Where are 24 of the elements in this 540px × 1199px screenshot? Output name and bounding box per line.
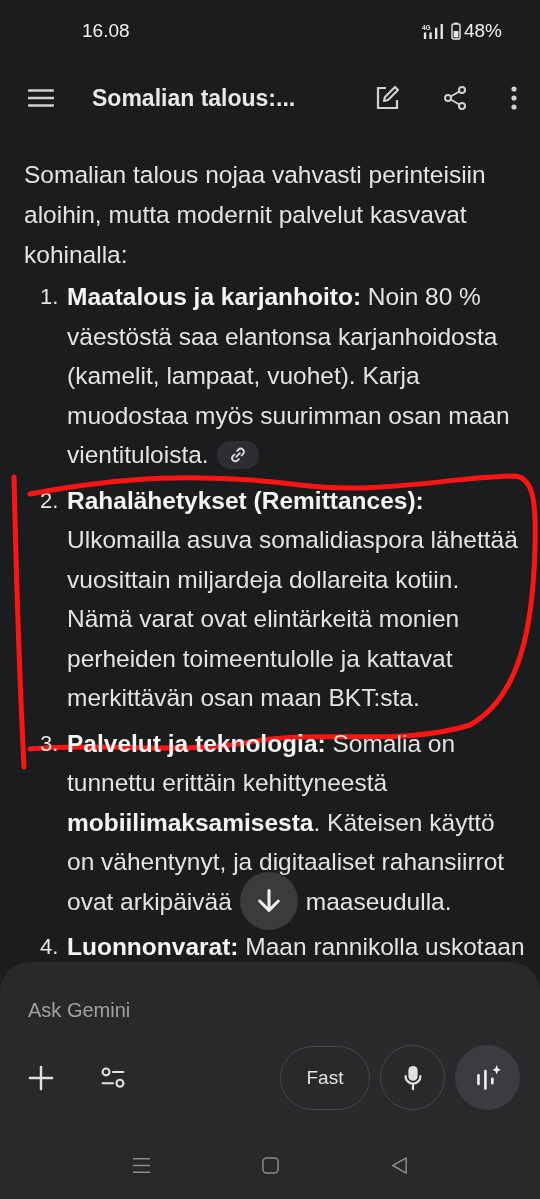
- battery-icon: [450, 22, 461, 40]
- share-icon[interactable]: [442, 85, 468, 111]
- clock-time: 16.08: [82, 20, 130, 42]
- list-item-text: Rahalähetykset (Remittances): Ulkomailla asuva somalidiaspora lähettää vuosittain miljardeja dollareita kotiin. Nämä varat ovat elintärkeitä monien perheiden toimeentulolle ja kattavat merkittävän osan maan BKT:sta.: [67, 485, 519, 713]
- recent-apps-icon[interactable]: [131, 1156, 151, 1175]
- sound-bars-sparkle-icon[interactable]: [474, 1064, 501, 1091]
- home-icon[interactable]: [260, 1156, 280, 1175]
- chat-title[interactable]: Somalian talous:...: [92, 84, 340, 112]
- battery-percentage: 48%: [463, 20, 502, 42]
- list-item-text: ovat arkipäivää: [67, 886, 232, 917]
- back-icon[interactable]: [389, 1156, 409, 1175]
- more-icon[interactable]: [510, 85, 518, 111]
- response-paragraph: Somalian talous nojaa vahvasti perinteisiin aloihin, mutta modernit palvelut kasvavat kohinalla:: [24, 160, 487, 270]
- pencil-square-icon[interactable]: [374, 85, 400, 111]
- plus-icon[interactable]: [28, 1064, 54, 1091]
- link-icon[interactable]: [228, 445, 247, 464]
- prompt-input-field[interactable]: Ask Gemini: [20, 988, 520, 1032]
- list-item-text: maaseudulla.: [305, 886, 452, 917]
- list-number: 2.: [39, 486, 60, 515]
- list-number: 4.: [39, 933, 60, 961]
- list-item-text: Luonnonvarat: Maan rannikolla uskotaan: [67, 932, 526, 962]
- source-link-button[interactable]: [216, 440, 259, 469]
- list-item-text: vientituloista.: [67, 440, 209, 470]
- list-number: 1.: [39, 283, 60, 311]
